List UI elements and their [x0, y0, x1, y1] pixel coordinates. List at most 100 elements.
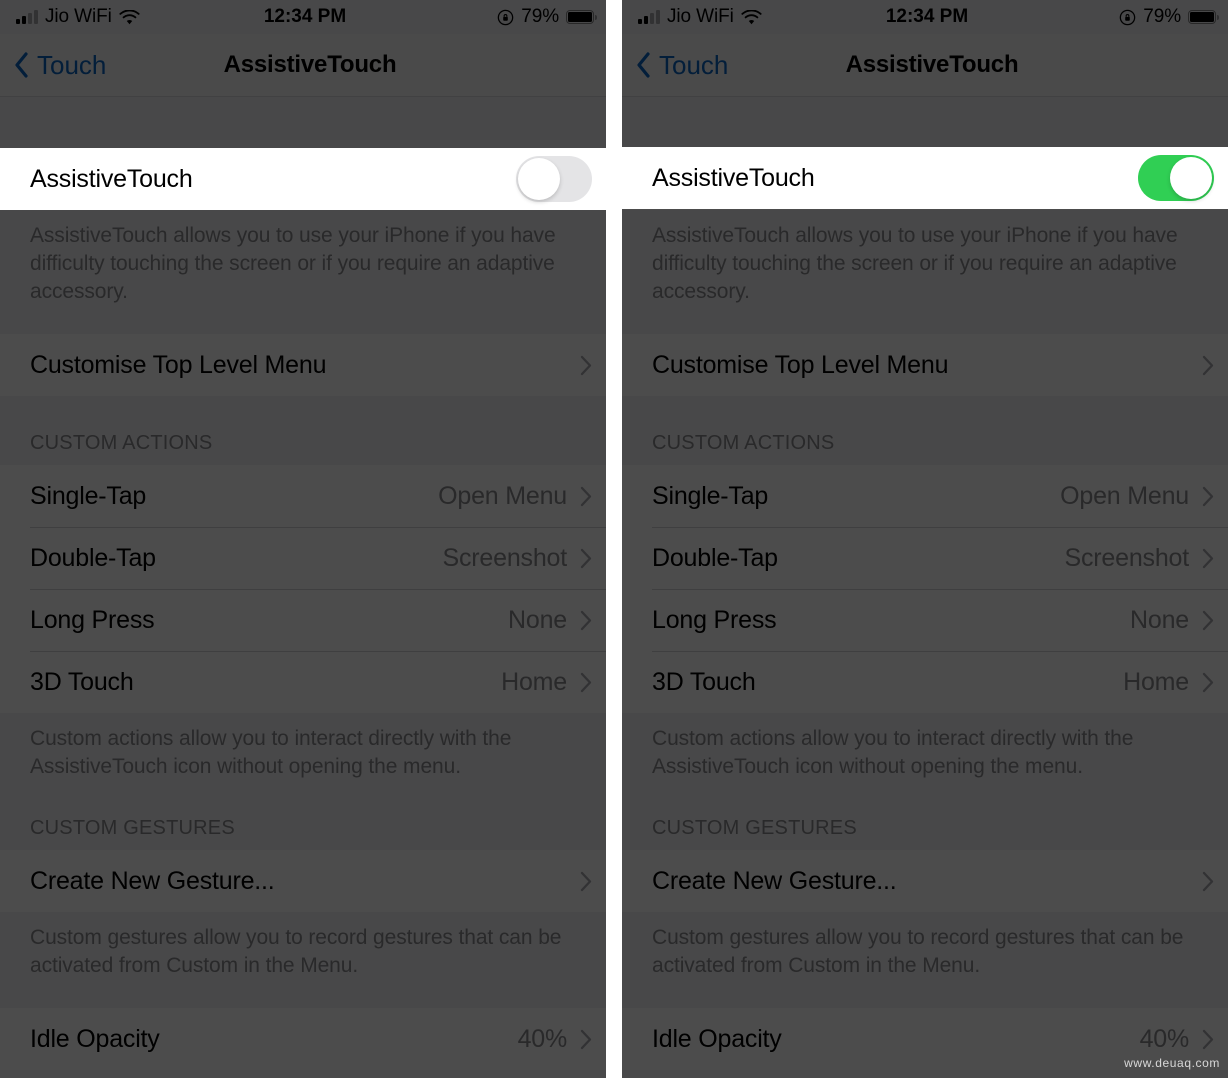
double-tap-right: Screenshot — [1065, 544, 1214, 573]
3d-touch-right: Home — [501, 668, 592, 697]
create-new-gesture-label: Create New Gesture... — [30, 866, 275, 895]
page-title: AssistiveTouch — [223, 51, 397, 78]
chevron-right-icon — [1202, 548, 1214, 569]
status-bar-right: 79% — [346, 6, 606, 28]
ios-settings-screen: Jio WiFi 12:34 PM 79% Touch AssistiveTou… — [622, 0, 1228, 1078]
navigation-bar: Touch AssistiveTouch — [0, 34, 606, 96]
phone-screenshot-right: Jio WiFi 12:34 PM 79% Touch AssistiveTou… — [622, 0, 1228, 1078]
chevron-right-icon — [1202, 1029, 1214, 1050]
chevron-right-icon — [580, 1029, 592, 1050]
status-bar-right: 79% — [968, 6, 1228, 28]
chevron-left-icon — [636, 52, 651, 78]
assistivetouch-toggle-row[interactable]: AssistiveTouch — [622, 147, 1228, 209]
long-press-right: None — [1130, 606, 1214, 635]
customise-top-level-menu-right — [1202, 355, 1214, 376]
carrier-label: Jio WiFi — [667, 6, 734, 27]
double-tap-value: Screenshot — [442, 543, 568, 572]
section-gap-1 — [0, 306, 606, 334]
3d-touch-row[interactable]: 3D Touch Home — [622, 651, 1228, 713]
assistivetouch-footnote: AssistiveTouch allows you to use your iP… — [30, 224, 556, 303]
settings-list: AssistiveTouch AssistiveTouch allows you… — [0, 97, 606, 1078]
settings-list: AssistiveTouch AssistiveTouch allows you… — [622, 97, 1228, 1078]
toggle-knob — [518, 158, 560, 200]
status-bar-left: Jio WiFi — [0, 6, 264, 28]
3d-touch-row[interactable]: 3D Touch Home — [0, 651, 606, 713]
create-new-gesture-right — [1202, 871, 1214, 892]
back-button-label: Touch — [37, 49, 107, 80]
customise-top-level-menu-label: Customise Top Level Menu — [652, 350, 949, 379]
status-bar: Jio WiFi 12:34 PM 79% — [622, 0, 1228, 34]
assistivetouch-row-label: AssistiveTouch — [652, 163, 815, 192]
section-header-custom-actions: CUSTOM ACTIONS — [652, 432, 835, 454]
double-tap-row[interactable]: Double-Tap Screenshot — [622, 527, 1228, 589]
single-tap-label: Single-Tap — [652, 481, 769, 510]
rotation-lock-icon — [497, 9, 514, 26]
section-header-custom-actions: CUSTOM ACTIONS — [30, 432, 213, 454]
ios-settings-screen: Jio WiFi 12:34 PM 79% Touch AssistiveTou… — [0, 0, 606, 1078]
chevron-right-icon — [580, 355, 592, 376]
back-button[interactable]: Touch — [622, 50, 846, 81]
double-tap-right: Screenshot — [443, 544, 592, 573]
assistivetouch-toggle-row[interactable]: AssistiveTouch — [0, 148, 606, 210]
idle-opacity-label: Idle Opacity — [652, 1024, 782, 1053]
page-title: AssistiveTouch — [845, 51, 1019, 78]
long-press-right: None — [508, 606, 592, 635]
custom-actions-footnote: Custom actions allow you to interact dir… — [652, 727, 1134, 778]
status-bar: Jio WiFi 12:34 PM 79% — [0, 0, 606, 34]
3d-touch-label: 3D Touch — [652, 667, 756, 696]
chevron-right-icon — [580, 486, 592, 507]
battery-percent-label: 79% — [1143, 6, 1181, 27]
customise-top-level-menu-row[interactable]: Customise Top Level Menu — [622, 334, 1228, 396]
idle-opacity-label: Idle Opacity — [30, 1024, 160, 1053]
long-press-label: Long Press — [30, 605, 155, 634]
section-gap-1 — [622, 306, 1228, 334]
navigation-bar: Touch AssistiveTouch — [622, 34, 1228, 96]
clock-label: 12:34 PM — [885, 6, 969, 27]
assistivetouch-toggle-switch[interactable] — [1138, 155, 1214, 201]
create-new-gesture-label: Create New Gesture... — [652, 866, 897, 895]
chevron-right-icon — [580, 548, 592, 569]
assistivetouch-row-right — [516, 156, 592, 202]
create-new-gesture-row[interactable]: Create New Gesture... — [622, 850, 1228, 912]
chevron-left-icon — [14, 52, 29, 78]
chevron-right-icon — [1202, 486, 1214, 507]
toggle-knob — [1170, 157, 1212, 199]
chevron-right-icon — [580, 610, 592, 631]
create-new-gesture-right — [580, 871, 592, 892]
long-press-row[interactable]: Long Press None — [0, 589, 606, 651]
rotation-lock-icon — [1119, 9, 1136, 26]
chevron-right-icon — [1202, 672, 1214, 693]
single-tap-value: Open Menu — [438, 481, 567, 510]
custom-actions-footnote: Custom actions allow you to interact dir… — [30, 727, 512, 778]
wifi-icon — [119, 9, 140, 25]
back-button[interactable]: Touch — [0, 50, 224, 81]
custom-gestures-footnote: Custom gestures allow you to record gest… — [30, 926, 562, 977]
idle-opacity-row[interactable]: Idle Opacity 40% — [0, 1008, 606, 1070]
status-bar-left: Jio WiFi — [622, 6, 886, 28]
double-tap-row[interactable]: Double-Tap Screenshot — [0, 527, 606, 589]
double-tap-label: Double-Tap — [30, 543, 156, 572]
section-gap-2 — [622, 980, 1228, 1008]
assistivetouch-toggle-switch[interactable] — [516, 156, 592, 202]
single-tap-row[interactable]: Single-Tap Open Menu — [622, 465, 1228, 527]
long-press-row[interactable]: Long Press None — [622, 589, 1228, 651]
long-press-value: None — [1130, 605, 1189, 634]
assistivetouch-row-right — [1138, 155, 1214, 201]
battery-icon — [566, 10, 597, 24]
3d-touch-right: Home — [1123, 668, 1214, 697]
section-gap-2 — [0, 980, 606, 1008]
section-header-custom-gestures: CUSTOM GESTURES — [30, 817, 235, 839]
3d-touch-value: Home — [1123, 667, 1189, 696]
double-tap-label: Double-Tap — [652, 543, 778, 572]
carrier-label: Jio WiFi — [45, 6, 112, 27]
custom-gestures-footnote: Custom gestures allow you to record gest… — [652, 926, 1184, 977]
3d-touch-value: Home — [501, 667, 567, 696]
phone-screenshot-left: Jio WiFi 12:34 PM 79% Touch AssistiveTou… — [0, 0, 606, 1078]
chevron-right-icon — [580, 672, 592, 693]
create-new-gesture-row[interactable]: Create New Gesture... — [0, 850, 606, 912]
idle-opacity-value: 40% — [1139, 1024, 1190, 1053]
single-tap-row[interactable]: Single-Tap Open Menu — [0, 465, 606, 527]
customise-top-level-menu-row[interactable]: Customise Top Level Menu — [0, 334, 606, 396]
customise-top-level-menu-right — [580, 355, 592, 376]
long-press-label: Long Press — [652, 605, 777, 634]
